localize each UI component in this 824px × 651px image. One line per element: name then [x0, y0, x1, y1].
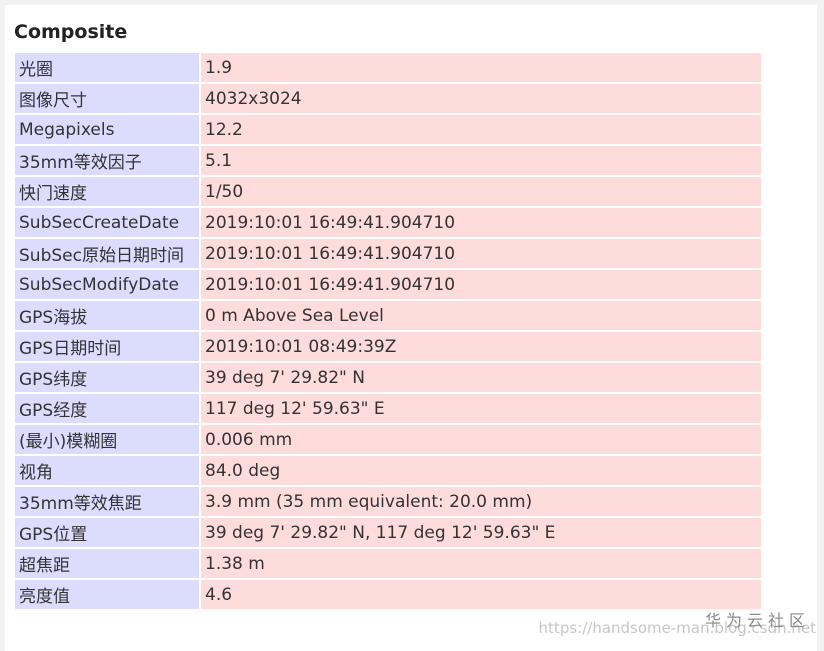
row-label: GPS位置 [15, 518, 199, 547]
table-row: SubSecModifyDate 2019:10:01 16:49:41.9047… [15, 270, 761, 299]
row-value: 0 m Above Sea Level [201, 301, 761, 330]
row-label: GPS经度 [15, 394, 199, 423]
table-row: SubSec原始日期时间 2019:10:01 16:49:41.904710 [15, 239, 761, 268]
row-label: 超焦距 [15, 549, 199, 578]
table-row: 35mm等效焦距 3.9 mm (35 mm equivalent: 20.0 m… [15, 487, 761, 516]
row-value: 1/50 [201, 177, 761, 206]
row-value: 39 deg 7' 29.82" N [201, 363, 761, 392]
table-row: GPS经度 117 deg 12' 59.63" E [15, 394, 761, 423]
row-label: 亮度值 [15, 580, 199, 609]
row-label: GPS纬度 [15, 363, 199, 392]
row-value: 0.006 mm [201, 425, 761, 454]
row-value: 2019:10:01 16:49:41.904710 [201, 208, 761, 237]
exif-table-body: 光圈 1.9 图像尺寸 4032x3024 Megapixels 12.2 35mm等效因子… [15, 53, 761, 609]
row-value: 4.6 [201, 580, 761, 609]
row-value: 2019:10:01 16:49:41.904710 [201, 239, 761, 268]
row-value: 117 deg 12' 59.63" E [201, 394, 761, 423]
row-value: 2019:10:01 16:49:41.904710 [201, 270, 761, 299]
row-label: (最小)模糊圈 [15, 425, 199, 454]
watermark-brand: 华为云社区 [704, 611, 810, 630]
table-row: GPS海拔 0 m Above Sea Level [15, 301, 761, 330]
row-value: 12.2 [201, 115, 761, 144]
table-row: 35mm等效因子 5.1 [15, 146, 761, 175]
exif-panel: Composite 光圈 1.9 图像尺寸 4032x3024 Megapixels 12… [5, 5, 817, 651]
row-label: 光圈 [15, 53, 199, 82]
table-row: 光圈 1.9 [15, 53, 761, 82]
row-value: 1.38 m [201, 549, 761, 578]
row-label: 图像尺寸 [15, 84, 199, 113]
table-row: SubSecCreateDate 2019:10:01 16:49:41.9047… [15, 208, 761, 237]
table-row: 超焦距 1.38 m [15, 549, 761, 578]
row-label: GPS海拔 [15, 301, 199, 330]
table-row: 快门速度 1/50 [15, 177, 761, 206]
table-row: 图像尺寸 4032x3024 [15, 84, 761, 113]
table-row: GPS日期时间 2019:10:01 08:49:39Z [15, 332, 761, 361]
table-row: (最小)模糊圈 0.006 mm [15, 425, 761, 454]
row-label: 视角 [15, 456, 199, 485]
row-value: 4032x3024 [201, 84, 761, 113]
exif-table: 光圈 1.9 图像尺寸 4032x3024 Megapixels 12.2 35mm等效因子… [13, 51, 763, 611]
row-value: 3.9 mm (35 mm equivalent: 20.0 mm) [201, 487, 761, 516]
row-label: SubSecCreateDate [15, 208, 199, 237]
table-row: Megapixels 12.2 [15, 115, 761, 144]
row-label: GPS日期时间 [15, 332, 199, 361]
row-label: Megapixels [15, 115, 199, 144]
row-label: 35mm等效因子 [15, 146, 199, 175]
row-label: 快门速度 [15, 177, 199, 206]
row-label: SubSec原始日期时间 [15, 239, 199, 268]
row-label: 35mm等效焦距 [15, 487, 199, 516]
row-value: 2019:10:01 08:49:39Z [201, 332, 761, 361]
table-row: 视角 84.0 deg [15, 456, 761, 485]
table-row: GPS位置 39 deg 7' 29.82" N, 117 deg 12' 59.… [15, 518, 761, 547]
row-value: 39 deg 7' 29.82" N, 117 deg 12' 59.63" E [201, 518, 761, 547]
row-label: SubSecModifyDate [15, 270, 199, 299]
row-value: 84.0 deg [201, 456, 761, 485]
section-title: Composite [14, 21, 128, 43]
table-row: 亮度值 4.6 [15, 580, 761, 609]
table-row: GPS纬度 39 deg 7' 29.82" N [15, 363, 761, 392]
row-value: 1.9 [201, 53, 761, 82]
row-value: 5.1 [201, 146, 761, 175]
